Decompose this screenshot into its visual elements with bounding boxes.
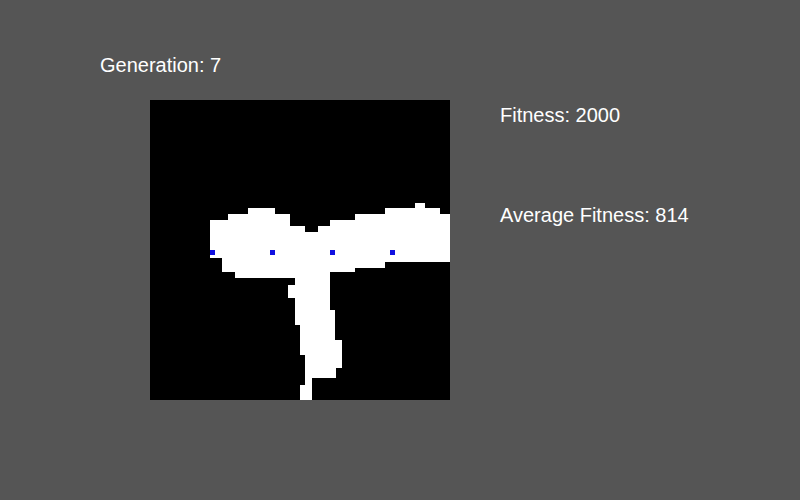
- joint-dot: [390, 250, 395, 255]
- fitness-label: Fitness: 2000: [500, 103, 689, 127]
- joint-dot: [330, 250, 335, 255]
- simulation-view: Generation: 7 Fitness: 2000 Average Fitn…: [0, 0, 800, 400]
- generation-label: Generation: 7: [100, 53, 800, 77]
- joint-dot: [210, 250, 215, 255]
- world-canvas: [150, 100, 450, 400]
- joint-dot: [270, 250, 275, 255]
- creature-shape: [210, 203, 450, 400]
- average-fitness-label: Average Fitness: 814: [500, 203, 689, 227]
